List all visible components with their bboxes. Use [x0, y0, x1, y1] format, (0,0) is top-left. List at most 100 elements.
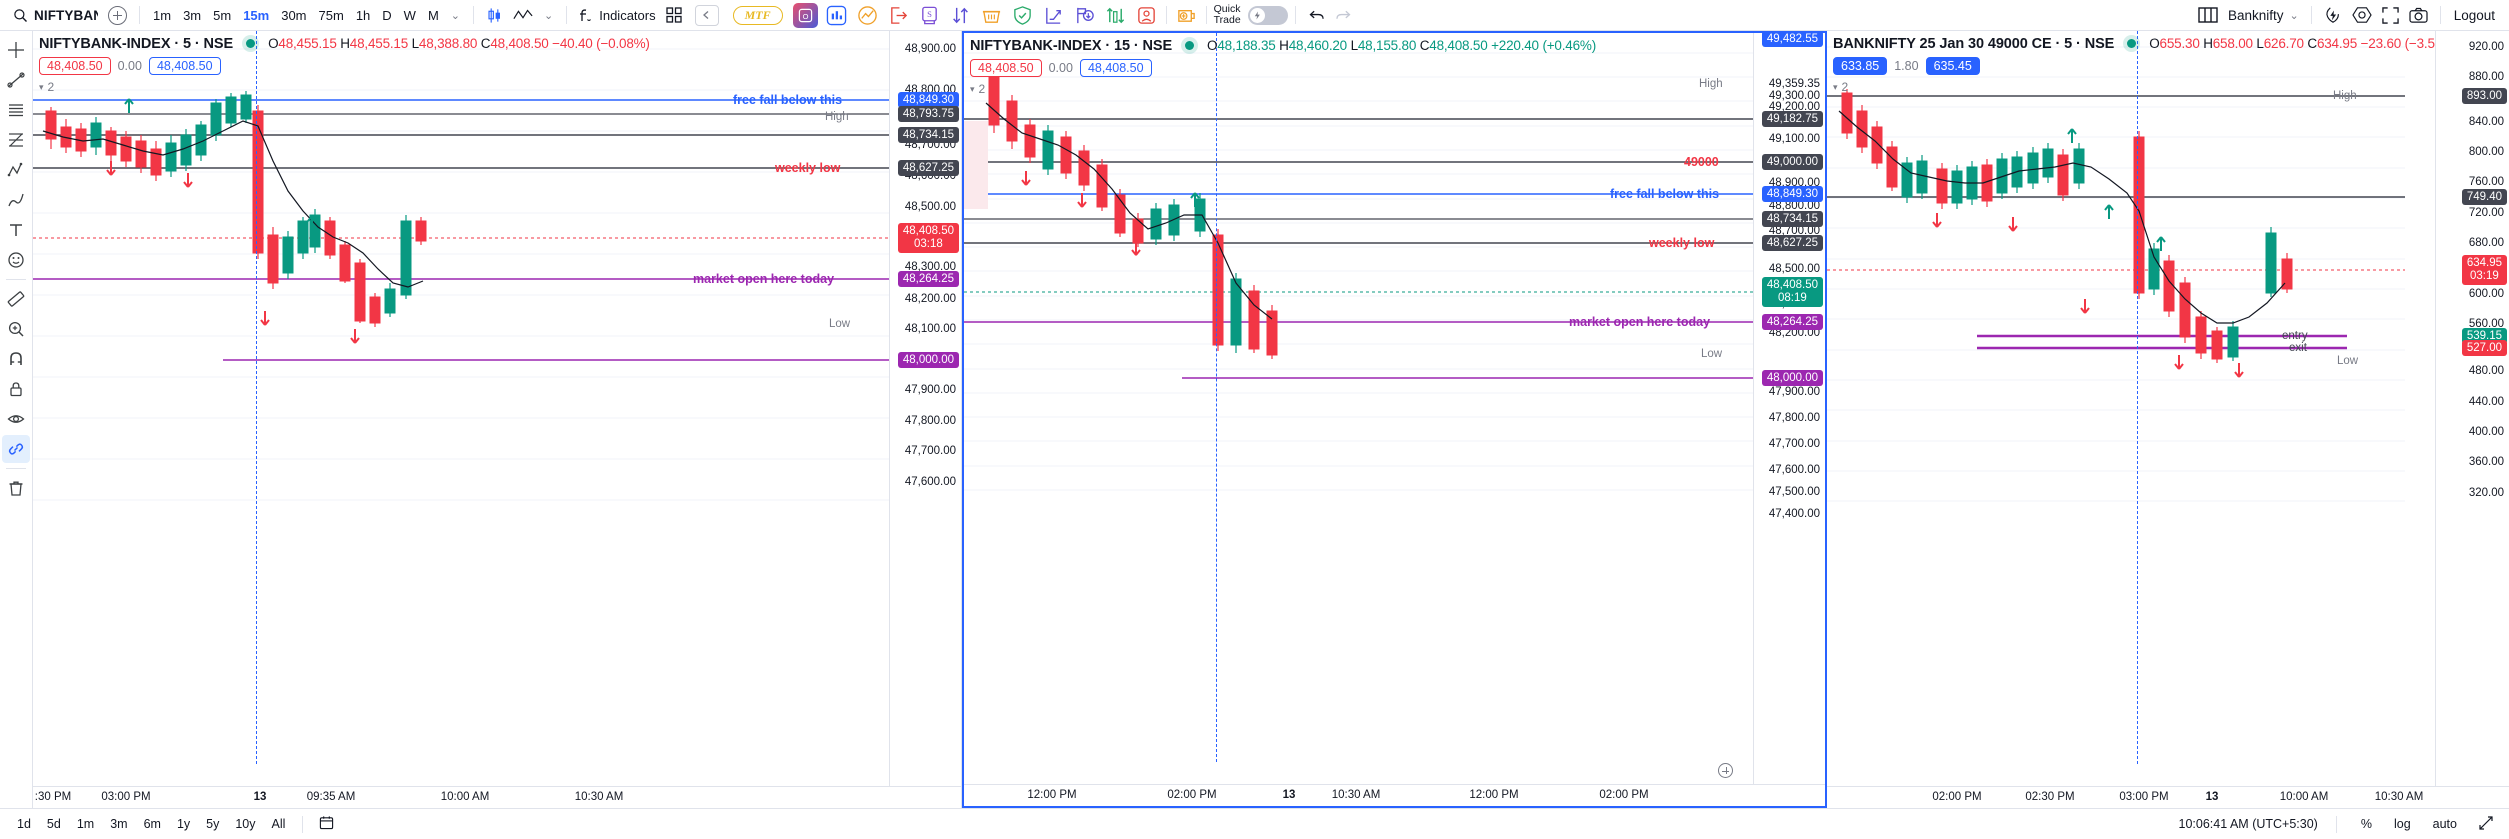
pattern-tool[interactable] — [2, 156, 30, 184]
app-icon-basket[interactable] — [979, 3, 1004, 28]
ruler-icon — [7, 291, 25, 307]
lock-icon — [10, 382, 22, 397]
timeframe-W[interactable]: W — [398, 3, 422, 27]
timeframe-30m[interactable]: 30m — [275, 3, 312, 27]
camera-icon — [2409, 7, 2428, 23]
app-icon-option-chain[interactable]: O — [792, 2, 818, 28]
alerts-button[interactable] — [2319, 3, 2347, 27]
zoom-tool[interactable] — [2, 315, 30, 343]
app-icon-wallet[interactable] — [1174, 3, 1199, 28]
chart-panel-3[interactable]: BANKNIFTY 25 Jan 30 49000 CE · 5 · NSE O… — [1827, 31, 2509, 808]
app-icon-payoff[interactable] — [1041, 3, 1066, 28]
crosshair-tool[interactable] — [2, 36, 30, 64]
screenshot-button[interactable] — [2404, 3, 2433, 27]
percent-scale-button[interactable]: % — [2355, 815, 2378, 833]
layouts-button[interactable] — [2193, 3, 2223, 27]
chart-panel-2[interactable]: NIFTYBANK-INDEX · 15 · NSE O48,188.35 H4… — [962, 31, 1827, 808]
redo-button[interactable] — [1330, 3, 1357, 27]
timeframe-D[interactable]: D — [376, 3, 397, 27]
range-1d[interactable]: 1d — [10, 815, 38, 833]
trend-line-tool[interactable] — [2, 66, 30, 94]
price-axis-1[interactable]: 48,900.00 48,800.00 48,700.00 48,600.00 … — [889, 31, 961, 786]
hide-tool[interactable] — [2, 405, 30, 433]
app-icon-market-depth[interactable] — [824, 3, 849, 28]
flag-download-icon — [1076, 7, 1094, 23]
layout-grid-button[interactable] — [661, 3, 687, 27]
price-tag-49182-2: 49,182.75 — [1761, 111, 1823, 127]
indicators-button[interactable]: Indicators — [574, 3, 660, 27]
resize-handle[interactable] — [2473, 814, 2499, 835]
chart-panel-1[interactable]: NIFTYBANK-INDEX · 5 · NSE O48,455.15 H48… — [33, 31, 962, 808]
trash-tool[interactable] — [2, 474, 30, 502]
collapse-panel-button[interactable] — [694, 4, 719, 26]
emoji-tool[interactable] — [2, 246, 30, 274]
range-10y[interactable]: 10y — [228, 815, 262, 833]
timeframe-15m[interactable]: 15m — [237, 3, 275, 27]
range-1y[interactable]: 1y — [170, 815, 197, 833]
auto-scale-button[interactable]: auto — [2427, 815, 2463, 833]
chart-plot-1[interactable] — [33, 31, 961, 786]
measure-tool[interactable] — [2, 285, 30, 313]
app-icon-portfolio[interactable] — [855, 3, 880, 28]
range-6m[interactable]: 6m — [137, 815, 168, 833]
mtf-button[interactable]: MTF — [732, 5, 783, 25]
logout-button[interactable]: Logout — [2448, 8, 2501, 23]
chart-type-more-chevron-down-icon[interactable]: ⌄ — [538, 3, 559, 27]
text-tool[interactable] — [2, 216, 30, 244]
trendline-icon — [7, 72, 25, 88]
search-icon — [14, 8, 27, 22]
price-tag-high-3: 893.00 — [2461, 88, 2507, 104]
fullscreen-button[interactable] — [2377, 3, 2404, 27]
time-axis-1[interactable]: :30 PM 03:00 PM 13 09:35 AM 10:00 AM 10:… — [33, 786, 961, 808]
fib-tool[interactable] — [2, 126, 30, 154]
horizontal-lines-tool[interactable] — [2, 96, 30, 124]
symbol-search[interactable]: NIFTYBAN — [8, 3, 103, 27]
smiley-icon — [8, 252, 24, 268]
app-icon-buy-sell[interactable] — [948, 3, 973, 28]
price-axis-2[interactable]: 49,359.35 49,300.00 49,200.00 49,100.00 … — [1753, 33, 1825, 784]
range-5y[interactable]: 5y — [199, 815, 226, 833]
timeframe-more-chevron-down-icon[interactable]: ⌄ — [445, 3, 466, 27]
price-axis-3[interactable]: 920.00 880.00 840.00 800.00 760.00 720.0… — [2435, 31, 2509, 786]
timeframe-5m[interactable]: 5m — [207, 3, 237, 27]
magnet-tool[interactable] — [2, 345, 30, 373]
range-5d[interactable]: 5d — [40, 815, 68, 833]
time-axis-2[interactable]: 12:00 PM 02:00 PM 13 10:30 AM 12:00 PM 0… — [964, 784, 1825, 806]
settings-button[interactable] — [2347, 3, 2377, 27]
range-1m[interactable]: 1m — [70, 815, 101, 833]
time-axis-3[interactable]: 02:00 PM 02:30 PM 03:00 PM 13 10:00 AM 1… — [1827, 786, 2509, 808]
lock-tool[interactable] — [2, 375, 30, 403]
chart-plot-2[interactable] — [964, 33, 1825, 784]
workspace-selector[interactable]: Banknifty ⌄ — [2223, 3, 2304, 27]
link-tool[interactable] — [2, 435, 30, 463]
timeframe-75m[interactable]: 75m — [313, 3, 350, 27]
app-icon-risk-shield[interactable] — [1010, 3, 1035, 28]
portfolio-chart-icon — [857, 5, 877, 25]
time-tick-date: 13 — [2205, 791, 2219, 803]
chart-type-candles-button[interactable] — [481, 3, 508, 27]
app-icon-buysell-columns[interactable] — [1103, 3, 1128, 28]
add-symbol-button[interactable] — [103, 3, 132, 27]
timeframe-1h[interactable]: 1h — [350, 3, 376, 27]
app-icon-account[interactable] — [1134, 3, 1159, 28]
chart-plot-3[interactable] — [1827, 31, 2509, 786]
s-box-icon: S — [921, 6, 937, 24]
chart-type-line-button[interactable] — [508, 3, 538, 27]
reset-chart-button[interactable] — [1718, 763, 1733, 778]
range-all[interactable]: All — [265, 815, 293, 833]
go-to-date-button[interactable] — [313, 813, 340, 835]
timeframe-3m[interactable]: 3m — [177, 3, 207, 27]
quick-trade-toggle[interactable] — [1247, 5, 1288, 25]
brush-tool[interactable] — [2, 186, 30, 214]
time-tick: :30 PM — [34, 791, 72, 803]
timeframe-1m[interactable]: 1m — [147, 3, 177, 27]
app-icon-exit-position[interactable] — [886, 3, 911, 28]
timeframe-M[interactable]: M — [422, 3, 445, 27]
app-icon-flag-down[interactable] — [1072, 3, 1097, 28]
bottom-status-bar: 1d 5d 1m 3m 6m 1y 5y 10y All 10:06:41 AM… — [0, 808, 2509, 839]
range-3m[interactable]: 3m — [103, 815, 134, 833]
price-tick: 47,900.00 — [904, 384, 956, 396]
log-scale-button[interactable]: log — [2388, 815, 2417, 833]
app-icon-straddle[interactable]: S — [917, 3, 942, 28]
undo-button[interactable] — [1303, 3, 1330, 27]
